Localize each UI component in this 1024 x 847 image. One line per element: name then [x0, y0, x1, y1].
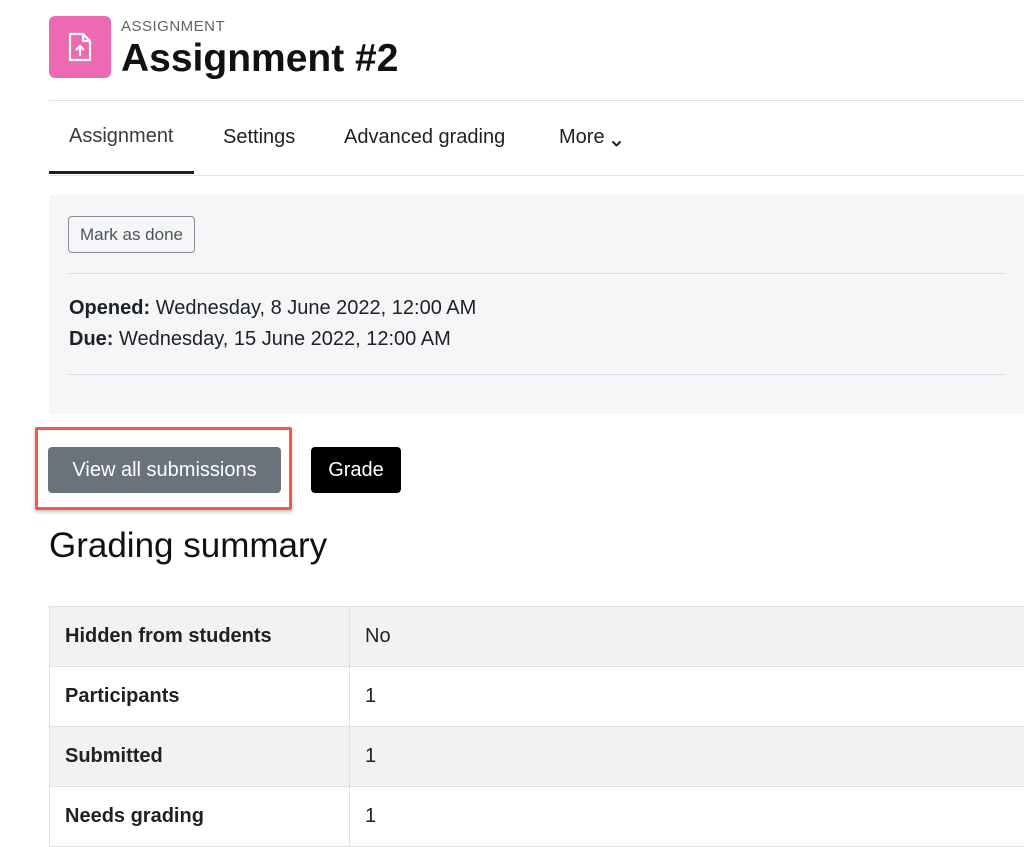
opened-date: Opened: Wednesday, 8 June 2022, 12:00 AM	[69, 297, 476, 320]
table-row: Submitted 1	[49, 726, 1024, 787]
grading-summary-table: Hidden from students No Participants 1 S…	[49, 606, 1024, 847]
divider	[68, 374, 1006, 375]
tab-label: More	[559, 125, 605, 148]
opened-value: Wednesday, 8 June 2022, 12:00 AM	[155, 297, 477, 319]
tab-label: Settings	[223, 125, 296, 148]
table-row: Participants 1	[49, 666, 1024, 727]
tab-more[interactable]: More	[539, 101, 642, 173]
secondary-navigation: Assignment Settings Advanced grading Mor…	[49, 101, 1024, 176]
due-value: Wednesday, 15 June 2022, 12:00 AM	[119, 328, 451, 350]
tab-label: Assignment	[69, 124, 174, 147]
grading-summary-heading: Grading summary	[49, 526, 328, 565]
row-label: Needs grading	[49, 786, 350, 847]
table-row: Needs grading 1	[49, 786, 1024, 847]
tab-advanced-grading[interactable]: Advanced grading	[324, 101, 525, 173]
row-value: 1	[349, 666, 1024, 727]
row-label: Submitted	[49, 726, 350, 787]
divider	[68, 273, 1006, 274]
mark-as-done-button[interactable]: Mark as done	[68, 216, 195, 253]
tab-settings[interactable]: Settings	[203, 101, 315, 173]
activity-header: ASSIGNMENT Assignment #2	[49, 16, 1024, 101]
row-value: 1	[349, 726, 1024, 787]
activity-info-panel: Mark as done Opened: Wednesday, 8 June 2…	[49, 195, 1024, 414]
assignment-upload-icon	[49, 16, 111, 78]
table-row: Hidden from students No	[49, 606, 1024, 667]
row-value: No	[349, 606, 1024, 667]
row-label: Hidden from students	[49, 606, 350, 667]
due-label: Due:	[69, 328, 114, 350]
tab-assignment[interactable]: Assignment	[49, 101, 194, 174]
page-title: Assignment #2	[121, 37, 399, 80]
row-label: Participants	[49, 666, 350, 727]
activity-type-label: ASSIGNMENT	[121, 18, 226, 35]
chevron-down-icon	[611, 132, 622, 146]
view-all-submissions-button[interactable]: View all submissions	[48, 447, 281, 493]
tab-label: Advanced grading	[344, 125, 506, 148]
grade-button[interactable]: Grade	[311, 447, 401, 493]
due-date: Due: Wednesday, 15 June 2022, 12:00 AM	[69, 328, 451, 351]
row-value: 1	[349, 786, 1024, 847]
opened-label: Opened:	[69, 297, 151, 319]
